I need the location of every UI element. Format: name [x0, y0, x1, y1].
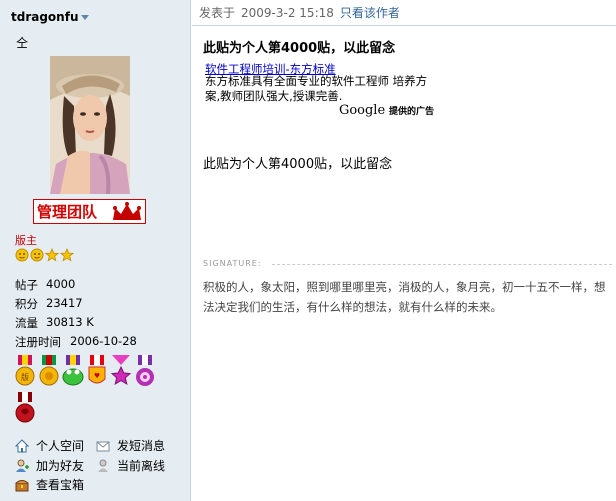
action-treasure-box[interactable]: 查看宝箱: [15, 476, 84, 493]
ribbon-medal-icon[interactable]: [14, 392, 36, 426]
user-role: 版主: [15, 234, 37, 247]
view-author-only-link[interactable]: 只看该作者: [340, 4, 400, 21]
user-info-panel: tdragonfu 仝 管理团队 版主 帖子 4000 积分 23417 流量 …: [0, 0, 191, 501]
signature-text: 积极的人，象太阳，照到哪里哪里亮，消极的人，象月亮，初一十五不一样，想法决定我们…: [203, 280, 606, 314]
team-badge: 管理团队: [33, 199, 146, 224]
stat-posts: 帖子 4000: [15, 277, 76, 292]
stat-points: 积分 23417: [15, 296, 83, 311]
custom-title: 仝: [16, 36, 29, 50]
badge-medal-icon[interactable]: ♥: [86, 355, 108, 389]
post-body: 此贴为个人第4000贴，以此留念: [203, 157, 393, 172]
crown-icon: [113, 202, 141, 220]
moon-icon: [30, 248, 44, 262]
post-meta-bar: 发表于 2009-3-2 15:18 只看该作者: [192, 0, 616, 26]
action-add-friend[interactable]: 加为好友: [15, 457, 84, 474]
ad-text[interactable]: 东方标准具有全面专业的软件工程师 培养方案,教师团队强大,授课完善.: [205, 74, 435, 104]
frog-medal-icon[interactable]: [62, 355, 84, 389]
google-logo[interactable]: Google: [339, 103, 385, 118]
action-home[interactable]: 个人空间: [14, 437, 84, 454]
svg-text:版: 版: [21, 372, 29, 382]
stat-register-date: 注册时间 2006-10-28: [15, 334, 137, 349]
ad-block[interactable]: 软件工程师培训-东方标准 东方标准具有全面专业的软件工程师 培养方案,教师团队强…: [203, 60, 437, 121]
username[interactable]: tdragonfu: [11, 10, 78, 24]
flower-medal-icon[interactable]: [134, 355, 156, 389]
home-icon: [14, 438, 30, 453]
username-menu[interactable]: tdragonfu: [11, 10, 90, 24]
signature-divider: [272, 264, 612, 265]
mail-icon: [96, 439, 110, 453]
add-friend-icon: [15, 459, 29, 473]
offline-icon: [96, 459, 110, 473]
medal-icon[interactable]: 版: [14, 355, 36, 389]
post-meta-prefix: 发表于: [199, 6, 236, 20]
ad-provider-suffix[interactable]: 提供的广告: [389, 107, 434, 117]
medal-icon[interactable]: [38, 355, 60, 389]
signature-label: SIGNATURE:: [203, 259, 262, 268]
star-icon: [59, 247, 75, 262]
ad-provider[interactable]: Google 提供的广告: [339, 103, 434, 118]
avatar[interactable]: [50, 56, 130, 194]
post-date: 2009-3-2 15:18: [241, 5, 334, 20]
svg-text:♥: ♥: [94, 372, 100, 380]
moon-icon: [15, 248, 29, 262]
rank-stars: [15, 247, 75, 262]
post-panel: 发表于 2009-3-2 15:18 只看该作者 此贴为个人第4000贴，以此留…: [192, 0, 616, 501]
star-icon: [44, 247, 60, 262]
stat-traffic: 流量 30813 K: [15, 315, 94, 330]
treasure-box-icon: [15, 478, 29, 492]
chevron-down-icon[interactable]: [81, 14, 90, 20]
star-medal-icon[interactable]: [110, 355, 132, 389]
post-title: 此贴为个人第4000贴，以此留念: [203, 41, 396, 56]
action-send-message[interactable]: 发短消息: [96, 437, 165, 454]
action-offline-status: 当前离线: [96, 457, 165, 474]
team-badge-label: 管理团队: [37, 203, 98, 221]
